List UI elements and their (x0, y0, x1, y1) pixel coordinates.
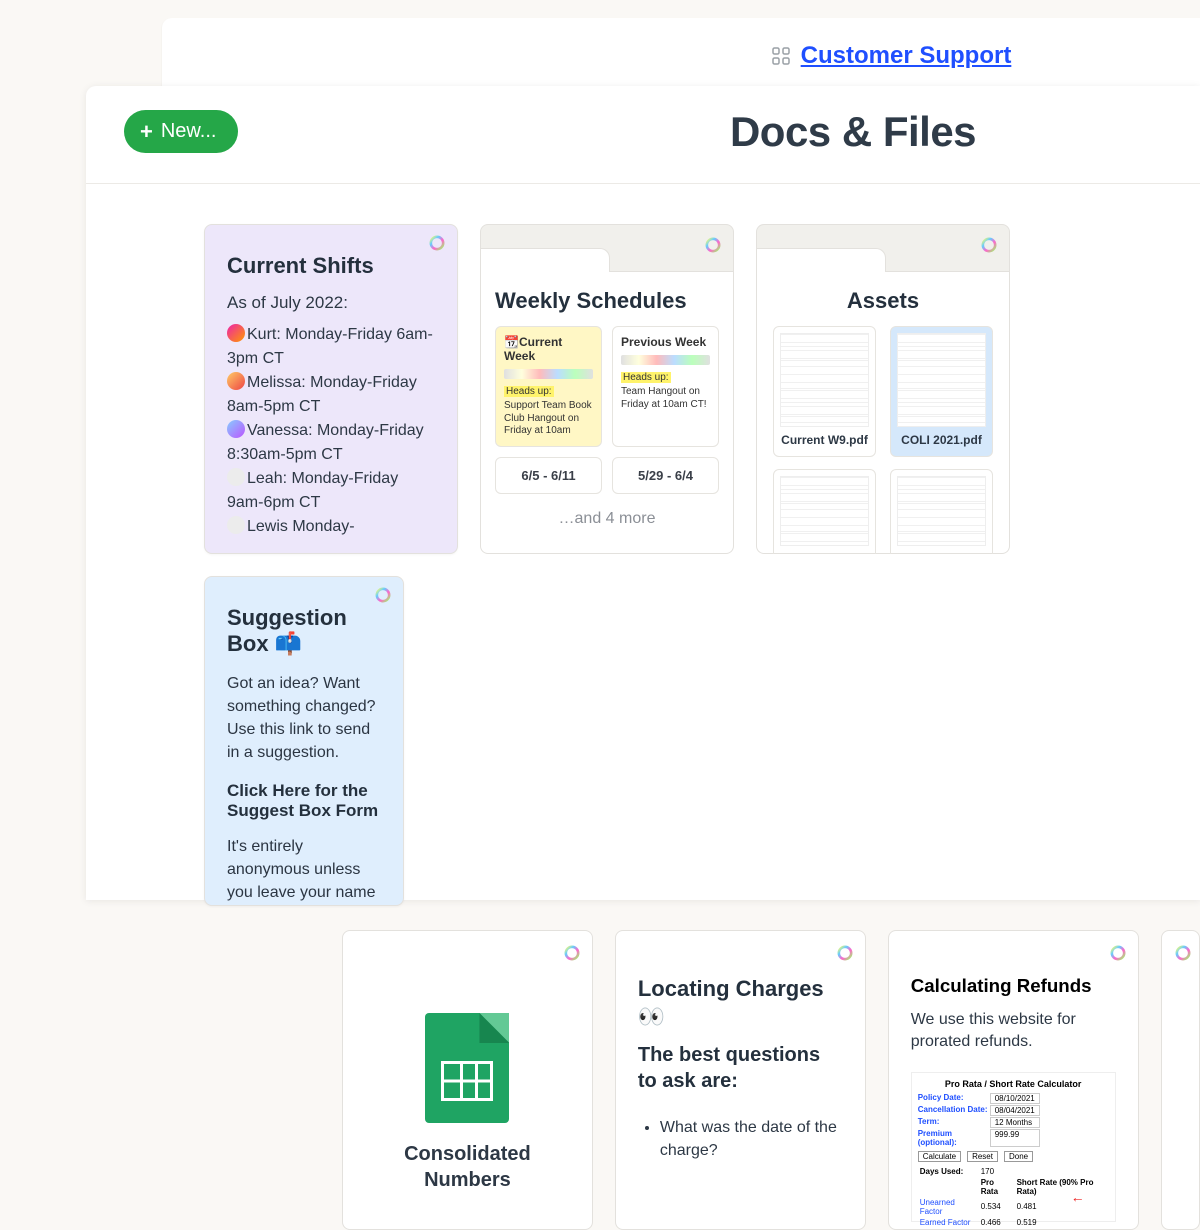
docs-and-files-panel: + New... Docs & Files Current Shifts As … (86, 86, 1200, 900)
document-preview-icon (780, 333, 869, 427)
doc-card-locating-charges[interactable]: Locating Charges 👀 The best questions to… (615, 930, 866, 1230)
color-ring-icon (1110, 945, 1126, 961)
arrow-annotation-icon: ← (1071, 1189, 1085, 1205)
file-thumb[interactable]: Current W9.pdf (773, 326, 876, 457)
card-subtitle: The best questions to ask are: (638, 1042, 843, 1094)
folder-title: Weekly Schedules (495, 288, 719, 314)
folder-assets[interactable]: Assets Current W9.pdf COLI 2021.pdf (756, 224, 1010, 554)
document-preview-icon (897, 476, 986, 546)
color-ring-icon (1175, 945, 1191, 961)
question-list: What was the date of the charge? (660, 1116, 843, 1162)
plus-icon: + (140, 121, 153, 143)
folder-title: Assets (771, 288, 995, 314)
card-title: Calculating Refunds (911, 975, 1116, 997)
shifts-asof: As of July 2022: (227, 293, 435, 313)
date-range-chip[interactable]: 6/5 - 6/11 (495, 457, 602, 494)
color-ring-icon (837, 945, 853, 961)
and-more-label: …and 4 more (495, 510, 719, 528)
avatar-icon (227, 516, 245, 534)
file-thumb[interactable] (773, 469, 876, 554)
folder-tab-bg (756, 224, 1010, 272)
page-title: Docs & Files (506, 108, 1200, 156)
card-title: Current Shifts (227, 253, 435, 279)
doc-card-suggestion-box[interactable]: Suggestion Box 📫 Got an idea? Want somet… (204, 576, 404, 906)
breadcrumb-customer-support[interactable]: Customer Support (801, 42, 1012, 70)
color-ring-icon (981, 237, 997, 253)
google-sheets-icon (425, 1013, 509, 1123)
new-button[interactable]: + New... (124, 110, 238, 153)
color-ring-icon (429, 235, 445, 251)
card-title: Locating Charges 👀 (638, 975, 843, 1030)
avatar-icon (227, 468, 245, 486)
schedule-stripe-icon (504, 369, 593, 379)
apps-grid-icon (771, 46, 791, 66)
document-preview-icon (780, 476, 869, 546)
file-card-consolidated-numbers[interactable]: Consolidated Numbers (342, 930, 593, 1230)
folder-tab-bg (480, 224, 734, 272)
file-thumb[interactable] (890, 469, 993, 554)
color-ring-icon (375, 587, 391, 603)
schedule-stripe-icon (621, 355, 710, 365)
avatar-icon (227, 324, 245, 342)
new-button-label: New... (161, 120, 217, 143)
calculator-screenshot: Pro Rata / Short Rate Calculator Policy … (911, 1072, 1116, 1222)
mini-doc-current-week[interactable]: 📆Current Week Heads up: Support Team Boo… (495, 326, 602, 447)
doc-card-calculating-refunds[interactable]: Calculating Refunds We use this website … (888, 930, 1139, 1230)
color-ring-icon (705, 237, 721, 253)
shifts-list: Kurt: Monday-Friday 6am-3pm CT Melissa: … (227, 323, 435, 539)
color-ring-icon (564, 945, 580, 961)
date-range-chip[interactable]: 5/29 - 6/4 (612, 457, 719, 494)
document-preview-icon (897, 333, 986, 427)
doc-card-partial[interactable] (1161, 930, 1200, 1230)
avatar-icon (227, 420, 245, 438)
file-thumb[interactable]: COLI 2021.pdf (890, 326, 993, 457)
card-title: Suggestion Box 📫 (227, 605, 381, 658)
file-title: Consolidated Numbers (365, 1141, 570, 1193)
folder-weekly-schedules[interactable]: Weekly Schedules 📆Current Week Heads up:… (480, 224, 734, 554)
avatar-icon (227, 372, 245, 390)
mini-doc-previous-week[interactable]: Previous Week Heads up: Team Hangout on … (612, 326, 719, 447)
doc-card-current-shifts[interactable]: Current Shifts As of July 2022: Kurt: Mo… (204, 224, 458, 554)
